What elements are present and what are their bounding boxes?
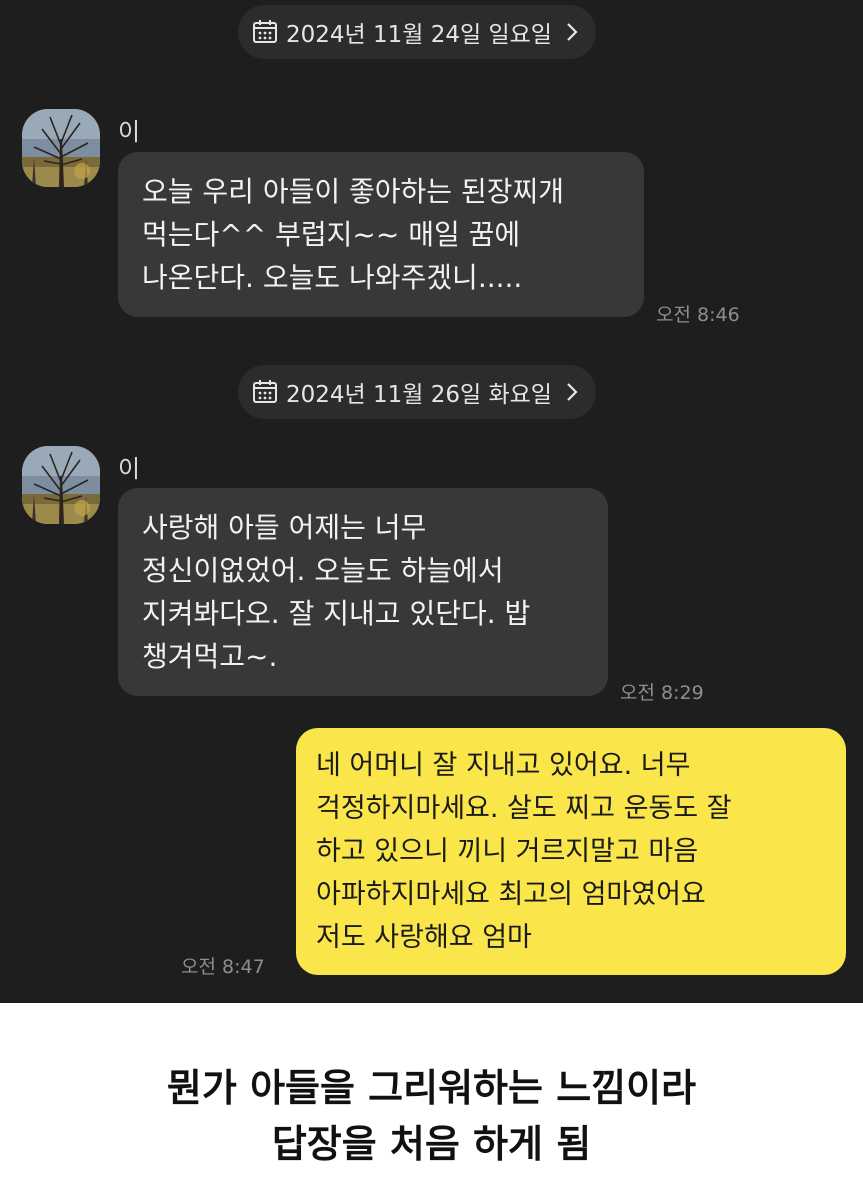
chevron-right-icon (567, 383, 578, 401)
calendar-icon (253, 380, 277, 403)
calendar-icon (253, 20, 277, 43)
avatar-tree-photo (22, 109, 100, 187)
outgoing-message-bubble[interactable]: 네 어머니 잘 지내고 있어요. 너무 걱정하지마세요. 살도 찌고 운동도 잘… (296, 728, 846, 975)
message-timestamp: 오전 8:46 (656, 304, 740, 326)
caption-text: 뭔가 아들을 그리워하는 느낌이라 답장을 처음 하게 됨 (166, 1066, 697, 1166)
chevron-right-icon (567, 23, 578, 41)
incoming-message-bubble[interactable]: 사랑해 아들 어제는 너무 정신이없었어. 오늘도 하늘에서 지켜봐다오. 잘 … (118, 488, 608, 696)
date-divider-2[interactable]: 2024년 11월 26일 화요일 (238, 365, 596, 419)
avatar[interactable] (22, 109, 100, 187)
avatar-tree-photo (22, 446, 100, 524)
message-timestamp: 오전 8:47 (181, 956, 265, 978)
date-label: 2024년 11월 24일 일요일 (286, 22, 552, 48)
sender-name: 이 (118, 455, 141, 483)
date-divider-1[interactable]: 2024년 11월 24일 일요일 (238, 5, 596, 59)
message-timestamp: 오전 8:29 (620, 682, 704, 704)
chat-screen: 2024년 11월 24일 일요일 이 오늘 우리 아들이 좋아하는 된장찌개 … (0, 0, 863, 1003)
date-label: 2024년 11월 26일 화요일 (286, 382, 552, 408)
incoming-message-bubble[interactable]: 오늘 우리 아들이 좋아하는 된장찌개 먹는다^^ 부럽지~~ 매일 꿈에 나온… (118, 152, 644, 317)
sender-name: 이 (118, 118, 141, 146)
avatar[interactable] (22, 446, 100, 524)
